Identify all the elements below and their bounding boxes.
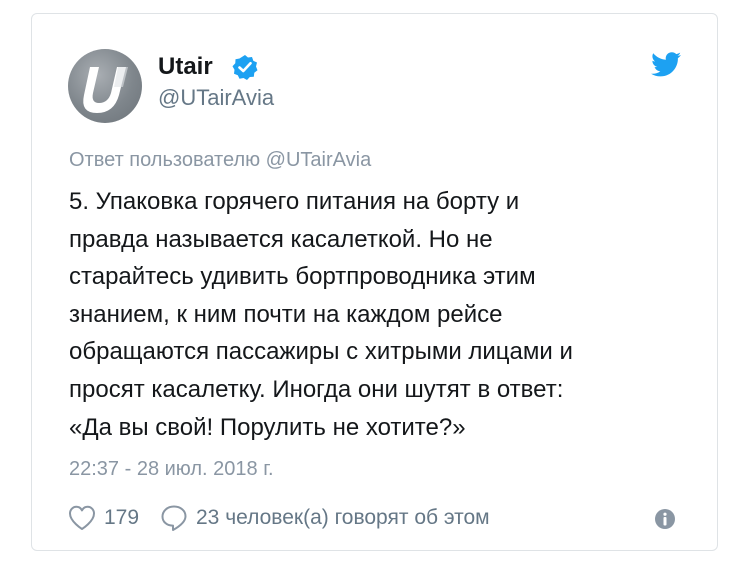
tweet-text: 5. Упаковка горячего питания на борту и … <box>69 183 669 446</box>
tweet-text-line: «Да вы свой! Порулить не хотите?» <box>69 413 466 441</box>
display-name[interactable]: Utair <box>158 53 213 81</box>
avatar[interactable] <box>68 49 142 123</box>
twitter-bird-icon[interactable] <box>651 52 681 77</box>
info-icon[interactable] <box>654 508 676 530</box>
utair-logo-icon <box>83 67 128 113</box>
tweet-card: Utair @UTairAvia Ответ пользователю @UTa… <box>31 13 718 551</box>
heart-icon <box>69 505 95 530</box>
reply-to-label[interactable]: Ответ пользователю @UTairAvia <box>69 147 371 173</box>
verified-badge-icon <box>232 55 258 80</box>
tweet-text-line: старайтесь удивить бортпроводника этим <box>69 263 536 291</box>
reply-button[interactable]: 23 человек(а) говорят об этом <box>160 503 490 533</box>
tweet-text-line: просят касалетку. Иногда они шутят в отв… <box>69 375 564 403</box>
like-button[interactable]: 179 <box>68 503 139 533</box>
tweet-text-line: 5. Упаковка горячего питания на борту и <box>69 188 520 215</box>
replies-label: 23 человек(а) говорят об этом <box>196 506 490 529</box>
tweet-text-line: обращаются пассажиры с хитрыми лицами и <box>69 338 573 366</box>
tweet-text-line: правда называется касалеткой. Но не <box>69 225 493 253</box>
user-handle[interactable]: @UTairAvia <box>158 85 274 111</box>
speech-bubble-icon <box>161 505 187 531</box>
tweet-timestamp[interactable]: 22:37 - 28 июл. 2018 г. <box>69 456 274 482</box>
tweet-actions: 179 23 человек(а) говорят об этом <box>68 503 678 533</box>
tweet-text-line: знанием, к ним почти на каждом рейсе <box>69 300 503 328</box>
like-count: 179 <box>104 506 140 529</box>
